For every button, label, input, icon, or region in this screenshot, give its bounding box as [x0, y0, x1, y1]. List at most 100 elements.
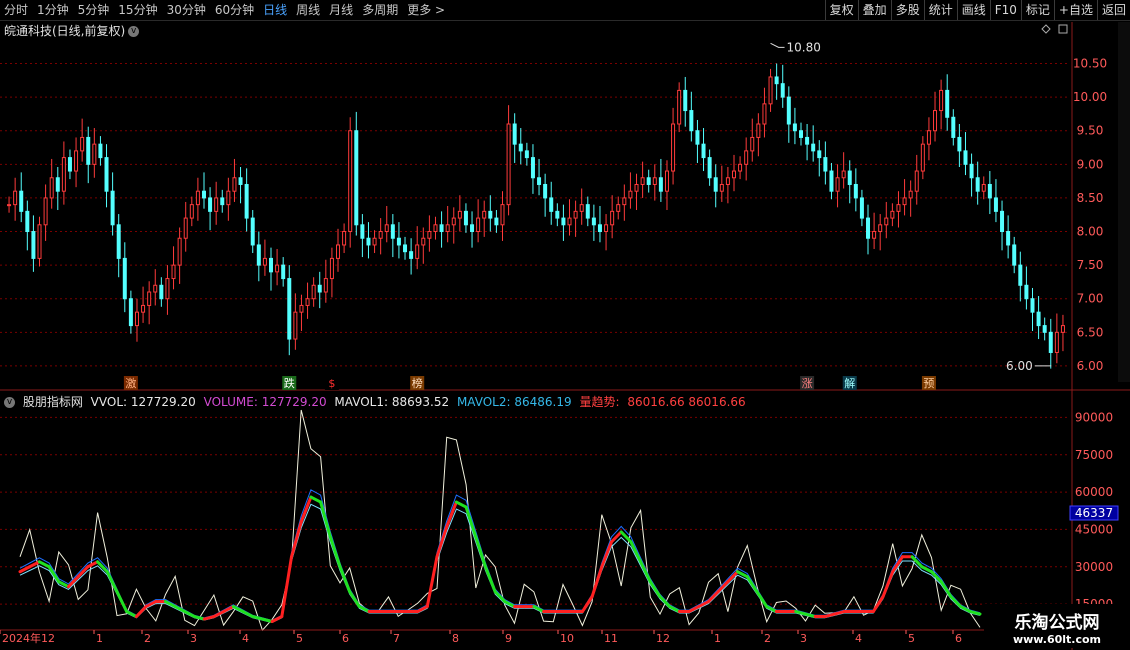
candle [256, 231, 261, 282]
candle-body [488, 210, 493, 219]
candle [579, 188, 584, 225]
candle-body [701, 143, 706, 159]
candle [122, 242, 127, 313]
candle-body [390, 224, 395, 239]
candle [354, 111, 359, 236]
candle-body [1042, 325, 1047, 333]
candle [981, 176, 986, 200]
candle-body [208, 197, 213, 212]
candle [993, 179, 998, 223]
candle [543, 173, 548, 217]
candle-body [61, 157, 66, 192]
kline-chart[interactable]: 6.00 6.50 7.00 7.50 8.00 8.50 9.00 9.50 10.00 10.… [0, 0, 1130, 650]
candle [98, 136, 103, 166]
candle-body [183, 217, 188, 239]
candle-body [530, 157, 535, 179]
candle [878, 214, 883, 251]
trend-segment [454, 500, 468, 509]
candle [147, 281, 152, 325]
candle [451, 207, 456, 244]
candle [731, 154, 736, 192]
candle [415, 226, 420, 270]
candle-body [7, 204, 12, 207]
candle [945, 74, 950, 131]
candle [695, 119, 700, 163]
candle [463, 203, 468, 233]
candle [305, 282, 310, 319]
price-tick-label-1: 6.50 [1077, 325, 1104, 339]
candle [591, 204, 596, 241]
candle-body [214, 197, 219, 212]
candle [506, 105, 511, 216]
candle [80, 118, 85, 162]
candle-body [750, 136, 755, 152]
candle-body [238, 177, 243, 185]
candle [671, 107, 676, 185]
candle-body [232, 177, 237, 192]
candle-body [439, 224, 444, 233]
candle [987, 171, 992, 215]
candle [750, 118, 755, 162]
candle [890, 203, 895, 227]
candle-body [262, 257, 267, 266]
volume-value: VOLUME: 127729.20 [203, 395, 327, 409]
watermark: 乐淘公式网 www.60lt.com [984, 604, 1130, 648]
candle-body [165, 278, 170, 300]
watermark-url: www.60lt.com [1012, 633, 1102, 646]
candle [805, 124, 810, 161]
candle [195, 177, 200, 221]
candle-body [275, 264, 280, 273]
candle [811, 125, 816, 162]
candle [707, 149, 712, 186]
candle-body [201, 190, 206, 199]
candle-body [92, 143, 97, 165]
candle [1060, 314, 1065, 352]
candle [884, 201, 889, 239]
candle-body [451, 217, 456, 226]
candle [713, 164, 718, 208]
candle [1024, 266, 1029, 310]
candle-body [360, 224, 365, 239]
signal-marker-1: 跌 [284, 376, 295, 390]
current-volume-tag: 46337 [1075, 506, 1113, 520]
candle [567, 199, 572, 236]
candle-body [616, 204, 621, 212]
price-tick-label-4: 8.00 [1077, 225, 1104, 239]
trend-values: 86016.66 86016.66 [627, 395, 746, 409]
trend-segment [47, 565, 61, 584]
volume-tick-label-2: 45000 [1075, 522, 1113, 536]
candle [311, 277, 316, 307]
indicator-name: 股朋指标网 [22, 395, 83, 409]
candle [835, 164, 840, 208]
candle-body [835, 177, 840, 192]
date-tick-14: 2 [764, 632, 771, 645]
candle-body [823, 157, 828, 172]
candle-body [403, 244, 408, 253]
date-tick-2: 2 [144, 632, 151, 645]
candle [689, 91, 694, 142]
candle [55, 167, 60, 211]
candle-body [561, 217, 566, 226]
date-tick-18: 6 [955, 632, 962, 645]
candle [323, 259, 328, 303]
candle-body [725, 177, 730, 185]
candle-body [573, 210, 578, 219]
candle-body [878, 224, 883, 233]
chevron-down-icon[interactable]: v [4, 397, 15, 408]
square-icon [1058, 24, 1068, 34]
mavol1-value: MAVOL1: 88693.52 [334, 395, 450, 409]
candle-body [762, 103, 767, 125]
candle-body [409, 251, 414, 259]
price-tick-label-3: 7.50 [1077, 258, 1104, 272]
candle-body [896, 204, 901, 212]
candle-body [384, 224, 389, 233]
candle-body [713, 177, 718, 192]
price-tick-label-9: 10.50 [1073, 57, 1107, 71]
candle-body [792, 123, 797, 132]
candle-body [1030, 298, 1035, 313]
candle [275, 248, 280, 286]
candle-body [951, 116, 956, 138]
candle [220, 189, 225, 213]
trend-segment [328, 535, 342, 569]
candle-body [908, 190, 913, 199]
